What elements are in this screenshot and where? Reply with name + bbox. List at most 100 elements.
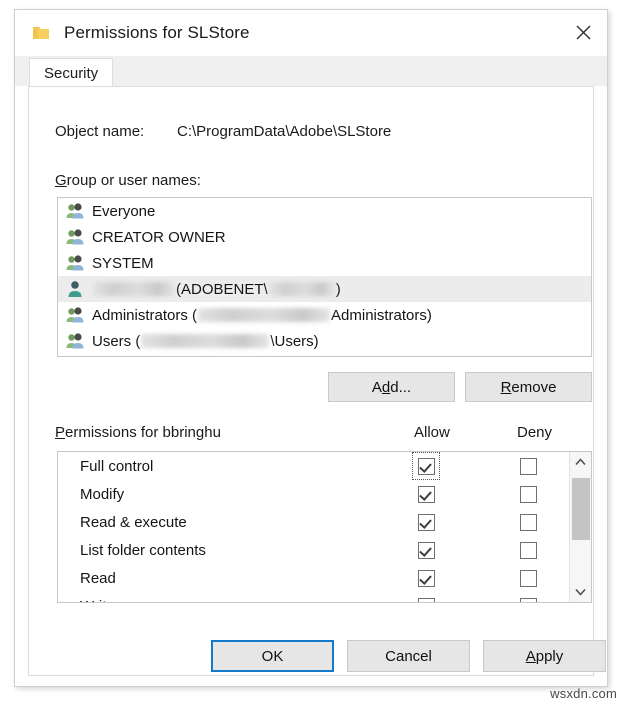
group-or-user-names-list[interactable]: Everyone CREATOR OWNER SYSTEM (ADOBENET\…	[57, 197, 592, 357]
checkbox-checked-icon	[417, 513, 435, 531]
list-item-label: Everyone	[92, 202, 156, 220]
permissions-for-account: ermissions for bbringhu	[65, 424, 221, 441]
redacted-domain	[198, 308, 331, 322]
table-row[interactable]: Read	[58, 564, 569, 592]
chevron-up-icon	[575, 458, 586, 466]
deny-checkbox-write[interactable]	[515, 593, 541, 602]
allow-checkbox-full-control[interactable]	[412, 452, 440, 480]
scrollbar-thumb[interactable]	[572, 478, 590, 540]
list-item-suffix: Administrators)	[331, 306, 432, 324]
checkbox-checked-icon	[417, 541, 435, 559]
list-item[interactable]: Users ( \Users)	[58, 328, 591, 354]
list-item-selected[interactable]: (ADOBENET\ )	[58, 276, 591, 302]
remove-button[interactable]: Remove	[465, 372, 592, 402]
window-title: Permissions for SLStore	[64, 23, 250, 42]
tab-security[interactable]: Security	[29, 58, 114, 88]
list-item-label: Users ( \Users)	[92, 333, 319, 350]
allow-checkbox-read[interactable]	[413, 565, 439, 591]
list-item-prefix: Administrators (	[92, 306, 198, 324]
redacted-username-2	[268, 282, 335, 296]
checkbox-unchecked-icon	[519, 457, 537, 475]
permission-label: Read & execute	[80, 513, 187, 531]
permissions-dialog: Permissions for SLStore Security Object …	[14, 9, 608, 687]
permissions-for-label: Permissions for bbringhu	[55, 424, 221, 441]
deny-checkbox-read-execute[interactable]	[515, 509, 541, 535]
list-item-label: CREATOR OWNER	[92, 228, 226, 246]
security-tab-panel: Object name: C:\ProgramData\Adobe\SLStor…	[28, 86, 594, 676]
group-icon	[66, 255, 84, 271]
group-icon	[66, 203, 84, 219]
list-item-domain: (ADOBENET\	[176, 280, 268, 298]
list-item[interactable]: CREATOR OWNER	[58, 224, 591, 250]
group-or-user-names-label: Group or user names:	[55, 172, 201, 189]
table-row[interactable]: Full control	[58, 452, 569, 480]
allow-checkbox-modify[interactable]	[413, 481, 439, 507]
object-name-row: Object name: C:\ProgramData\Adobe\SLStor…	[55, 123, 391, 140]
scroll-up-button[interactable]	[570, 452, 591, 472]
checkbox-checked-icon	[417, 485, 435, 503]
deny-checkbox-modify[interactable]	[515, 481, 541, 507]
list-item-label: Administrators ( Administrators)	[92, 307, 432, 324]
checkbox-checked-icon	[417, 597, 435, 602]
list-item-label: (ADOBENET\ )	[92, 281, 341, 298]
tab-security-label: Security	[44, 65, 99, 82]
site-credit: wsxdn.com	[550, 686, 617, 701]
add-button[interactable]: Add...	[328, 372, 455, 402]
permissions-scrollbar[interactable]	[569, 452, 591, 602]
permission-label: List folder contents	[80, 541, 206, 559]
list-item-prefix: Users (	[92, 332, 141, 350]
permission-label: Modify	[80, 485, 125, 503]
permissions-header: Permissions for bbringhu Allow Deny	[55, 424, 567, 444]
deny-column-header: Deny	[517, 424, 553, 441]
object-name-value: C:\ProgramData\Adobe\SLStore	[177, 123, 392, 140]
checkbox-unchecked-icon	[519, 597, 537, 602]
table-row[interactable]: Modify	[58, 480, 569, 508]
redacted-username	[93, 282, 175, 296]
scroll-down-button[interactable]	[570, 582, 591, 602]
table-row[interactable]: Read & execute	[58, 508, 569, 536]
group-icon	[66, 307, 84, 323]
tab-strip: Security	[15, 56, 607, 88]
cancel-button[interactable]: Cancel	[347, 640, 470, 672]
checkbox-checked-icon	[417, 457, 435, 475]
allow-checkbox-list-folder-contents[interactable]	[413, 537, 439, 563]
ok-button[interactable]: OK	[211, 640, 334, 672]
close-icon	[576, 25, 590, 39]
checkbox-unchecked-icon	[519, 513, 537, 531]
list-item[interactable]: Administrators ( Administrators)	[58, 302, 591, 328]
object-name-label: Object name:	[55, 123, 145, 140]
permissions-list-viewport: Full control Modify Read & execute List …	[58, 452, 569, 602]
table-row[interactable]: List folder contents	[58, 536, 569, 564]
folder-icon	[33, 27, 49, 39]
chevron-down-icon	[575, 588, 586, 596]
title-bar: Permissions for SLStore	[15, 10, 607, 56]
checkbox-unchecked-icon	[519, 569, 537, 587]
apply-accelerator: A	[525, 647, 536, 665]
checkbox-checked-icon	[417, 569, 435, 587]
table-row-clipped[interactable]: Write	[58, 592, 569, 602]
apply-rest: pply	[535, 647, 564, 665]
checkbox-unchecked-icon	[519, 485, 537, 503]
group-icon	[66, 333, 84, 349]
allow-checkbox-write[interactable]	[413, 593, 439, 602]
deny-checkbox-full-control[interactable]	[515, 453, 541, 479]
user-icon	[68, 281, 82, 297]
deny-checkbox-read[interactable]	[515, 565, 541, 591]
permission-label: Full control	[80, 457, 154, 475]
apply-button[interactable]: Apply	[483, 640, 606, 672]
close-button[interactable]	[559, 10, 607, 54]
redacted-domain	[141, 334, 270, 348]
allow-checkbox-read-execute[interactable]	[413, 509, 439, 535]
list-item[interactable]: Everyone	[58, 198, 591, 224]
list-item-suffix: \Users)	[270, 332, 319, 350]
dialog-footer: OK Cancel Apply	[15, 640, 607, 672]
list-item-label: SYSTEM	[92, 254, 154, 272]
permission-label: Read	[80, 569, 116, 587]
list-item[interactable]: SYSTEM	[58, 250, 591, 276]
deny-checkbox-list-folder-contents[interactable]	[515, 537, 541, 563]
list-item-suffix: )	[335, 280, 341, 298]
permissions-list[interactable]: Full control Modify Read & execute List …	[57, 451, 592, 603]
allow-column-header: Allow	[414, 424, 450, 441]
checkbox-unchecked-icon	[519, 541, 537, 559]
permission-label: Write	[80, 598, 115, 603]
